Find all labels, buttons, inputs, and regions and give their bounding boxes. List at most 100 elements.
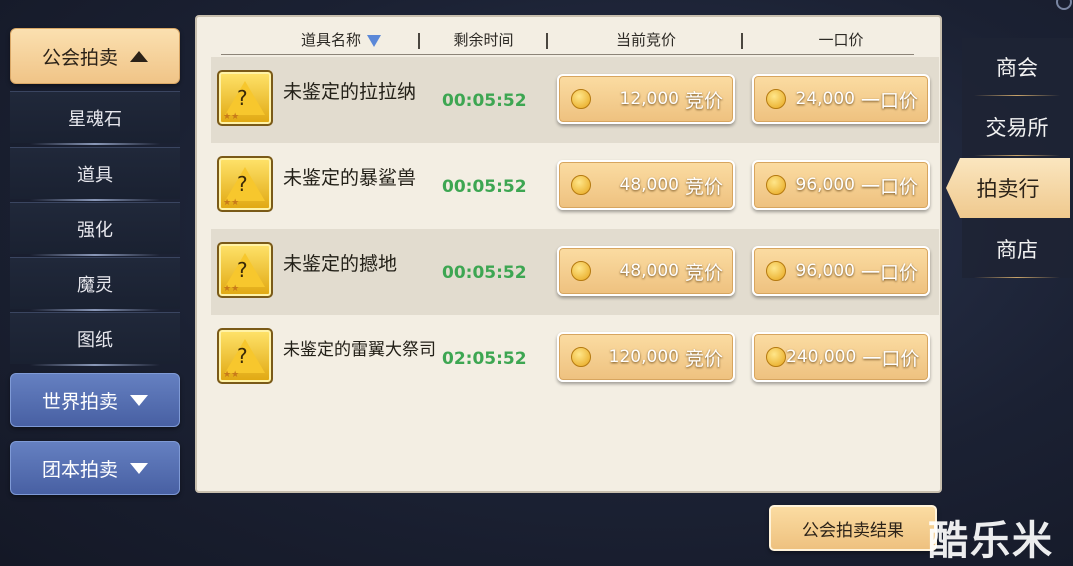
table-row[interactable]: ? ★★ 未鉴定的拉拉纳 00:05:52 12,000 竞价 24,000 一… (211, 57, 939, 143)
buyout-price: 96,000 (795, 261, 855, 281)
item-name: 未鉴定的雷翼大祭司 (283, 340, 436, 360)
remaining-time: 00:05:52 (442, 177, 527, 197)
bid-label: 竞价 (684, 261, 723, 284)
buyout-price: 96,000 (795, 175, 855, 195)
guild-auction-button[interactable]: 公会拍卖 (10, 28, 180, 84)
sidebar-item-label: 图纸 (77, 329, 113, 351)
header-buyout-column: 一口价 (746, 29, 936, 50)
sidebar-item-props[interactable]: 道具 (10, 147, 180, 201)
item-name: 未鉴定的拉拉纳 (283, 81, 417, 103)
sidebar-item-star-soul-stone[interactable]: 星魂石 (10, 91, 180, 145)
star-rating-icon: ★★ (223, 112, 240, 122)
sidebar-item-label: 魔灵 (77, 274, 113, 296)
buyout-label: 一口价 (860, 261, 918, 284)
sidebar-item-enhance[interactable]: 强化 (10, 202, 180, 256)
header-bid-column: 当前竞价 (551, 29, 741, 50)
pet-egg-icon[interactable]: ? ★★ (217, 242, 273, 298)
gold-coin-icon (766, 175, 786, 195)
header-name-label: 道具名称 (300, 31, 361, 49)
gold-coin-icon (571, 347, 591, 367)
item-name: 未鉴定的暴鲨兽 (283, 167, 417, 189)
header-buyout-label: 一口价 (818, 31, 864, 49)
header-divider (741, 33, 743, 49)
pet-egg-icon[interactable]: ? ★★ (217, 70, 273, 126)
gold-coin-icon (766, 89, 786, 109)
header-divider (418, 33, 420, 49)
tab-label: 拍卖行 (976, 177, 1040, 201)
world-auction-label: 世界拍卖 (41, 390, 118, 413)
table-header: 道具名称 剩余时间 当前竞价 一口价 (221, 23, 914, 55)
sidebar-item-spirit[interactable]: 魔灵 (10, 257, 180, 311)
buyout-price: 240,000 (786, 347, 857, 367)
sidebar-item-label: 强化 (77, 219, 113, 241)
question-mark-icon: ? (237, 172, 248, 196)
question-mark-icon: ? (237, 258, 248, 282)
team-auction-button[interactable]: 团本拍卖 (10, 441, 180, 495)
buyout-price: 24,000 (795, 89, 855, 109)
tab-exchange[interactable]: 交易所 (964, 98, 1070, 156)
bid-label: 竞价 (684, 347, 723, 370)
tab-auction-house[interactable]: 拍卖行 (946, 158, 1070, 218)
header-divider (546, 33, 548, 49)
buyout-button[interactable]: 24,000 一口价 (752, 74, 930, 124)
bid-button[interactable]: 12,000 竞价 (557, 74, 735, 124)
header-time-label: 剩余时间 (453, 31, 514, 49)
bid-button[interactable]: 48,000 竞价 (557, 246, 735, 296)
item-name: 未鉴定的撼地 (283, 253, 398, 275)
table-row[interactable]: ? ★★ 未鉴定的撼地 00:05:52 48,000 竞价 96,000 一口… (211, 229, 939, 315)
bid-price: 120,000 (608, 347, 679, 367)
auction-list-panel: 道具名称 剩余时间 当前竞价 一口价 ? ★★ 未鉴定的拉拉纳 00:05:52… (195, 15, 942, 493)
bid-button[interactable]: 120,000 竞价 (557, 332, 735, 382)
gold-coin-icon (571, 261, 591, 281)
chevron-down-icon (130, 462, 148, 474)
tab-shop[interactable]: 商店 (964, 220, 1070, 278)
pet-egg-icon[interactable]: ? ★★ (217, 156, 273, 212)
tab-label: 商店 (996, 238, 1038, 262)
bid-label: 竞价 (684, 175, 723, 198)
chevron-down-icon (130, 394, 148, 406)
sidebar-item-label: 道具 (77, 164, 113, 186)
buyout-label: 一口价 (860, 175, 918, 198)
remaining-time: 02:05:52 (442, 349, 527, 369)
buyout-button[interactable]: 96,000 一口价 (752, 160, 930, 210)
remaining-time: 00:05:52 (442, 91, 527, 111)
table-row[interactable]: ? ★★ 未鉴定的雷翼大祭司 02:05:52 120,000 竞价 240,0… (211, 315, 939, 401)
sidebar-item-label: 星魂石 (68, 108, 122, 130)
buyout-button[interactable]: 240,000 一口价 (752, 332, 930, 382)
buyout-button[interactable]: 96,000 一口价 (752, 246, 930, 296)
star-rating-icon: ★★ (223, 198, 240, 208)
guild-auction-results-button[interactable]: 公会拍卖结果 (769, 505, 937, 551)
question-mark-icon: ? (237, 86, 248, 110)
chevron-up-icon (130, 50, 148, 62)
buyout-label: 一口价 (860, 89, 918, 112)
header-name-column[interactable]: 道具名称 (261, 29, 421, 50)
star-rating-icon: ★★ (223, 370, 240, 380)
star-rating-icon: ★★ (223, 284, 240, 294)
guild-auction-label: 公会拍卖 (41, 46, 118, 69)
results-button-label: 公会拍卖结果 (802, 520, 904, 541)
bid-price: 12,000 (619, 89, 679, 109)
buyout-label: 一口价 (862, 347, 920, 370)
header-bid-label: 当前竞价 (615, 31, 676, 49)
tab-label: 商会 (996, 56, 1038, 80)
question-mark-icon: ? (237, 344, 248, 368)
gold-coin-icon (766, 347, 786, 367)
world-auction-button[interactable]: 世界拍卖 (10, 373, 180, 427)
header-time-column: 剩余时间 (426, 29, 541, 50)
remaining-time: 00:05:52 (442, 263, 527, 283)
bid-button[interactable]: 48,000 竞价 (557, 160, 735, 210)
table-row[interactable]: ? ★★ 未鉴定的暴鲨兽 00:05:52 48,000 竞价 96,000 一… (211, 143, 939, 229)
watermark-logo: 酷乐米 (928, 518, 1054, 564)
bid-label: 竞价 (684, 89, 723, 112)
sort-arrow-down-icon[interactable] (367, 34, 381, 47)
pet-egg-icon[interactable]: ? ★★ (217, 328, 273, 384)
tab-chamber-of-commerce[interactable]: 商会 (964, 38, 1070, 96)
sidebar-item-blueprint[interactable]: 图纸 (10, 312, 180, 366)
bid-price: 48,000 (619, 175, 679, 195)
auction-category-sidebar: 公会拍卖 星魂石 道具 强化 魔灵 图纸 世界拍卖 团本拍卖 (0, 0, 190, 566)
gold-coin-icon (571, 89, 591, 109)
team-auction-label: 团本拍卖 (41, 458, 118, 481)
bid-price: 48,000 (619, 261, 679, 281)
close-icon[interactable] (1056, 0, 1072, 10)
gold-coin-icon (571, 175, 591, 195)
